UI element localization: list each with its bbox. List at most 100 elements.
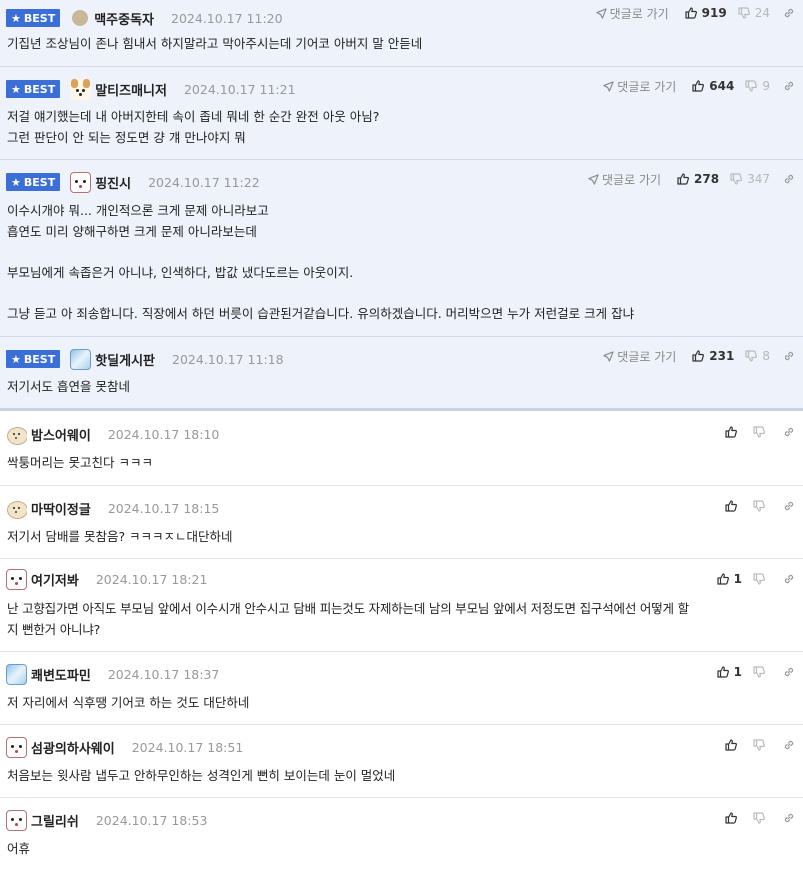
like-button[interactable] <box>725 739 742 751</box>
comment-date: 2024.10.17 18:53 <box>95 812 208 828</box>
nickname[interactable]: 쾌변도파민 <box>31 665 91 684</box>
comment-body: 저걸 얘기했는데 내 아버지한테 속이 좁네 뭐네 한 순간 완전 아웃 아님?… <box>7 109 380 145</box>
share-link-button[interactable] <box>783 426 795 438</box>
like-button[interactable] <box>725 812 742 824</box>
best-badge: ★ BEST <box>6 350 61 368</box>
thumbs-down-icon <box>745 350 758 362</box>
best-badge: ★ BEST <box>6 173 61 191</box>
star-icon: ★ <box>11 175 21 189</box>
comment-list: ★ BEST 맥주중독자 2024.10.17 11:20 댓글로 가기 919 … <box>0 0 803 870</box>
avatar[interactable] <box>70 171 92 193</box>
dislike-button[interactable] <box>753 812 770 824</box>
comment-body: 저기서도 흡연을 못참네 <box>7 379 130 394</box>
nickname[interactable]: 여기저봐 <box>31 570 79 589</box>
avatar[interactable] <box>70 78 92 100</box>
like-button[interactable]: 231 <box>692 349 734 363</box>
best-comment: ★ BEST 핫딜게시판 2024.10.17 11:18 댓글로 가기 231 … <box>0 337 803 411</box>
thumbs-up-icon <box>692 350 705 362</box>
thumbs-down-icon <box>753 739 765 751</box>
share-link-button[interactable] <box>783 80 795 92</box>
avatar[interactable] <box>6 663 27 685</box>
goto-comment-link[interactable]: 댓글로 가기 <box>603 348 676 365</box>
comment-date: 2024.10.17 11:20 <box>171 10 283 26</box>
link-icon <box>784 427 794 437</box>
avatar[interactable] <box>6 736 27 758</box>
link-icon <box>784 813 794 823</box>
avatar[interactable] <box>6 809 27 831</box>
best-badge: ★ BEST <box>6 80 61 98</box>
send-arrow-icon <box>595 7 607 19</box>
send-arrow-icon <box>588 173 599 185</box>
thumbs-down-icon <box>730 173 743 185</box>
share-link-button[interactable] <box>783 173 795 185</box>
link-icon <box>784 574 794 584</box>
dislike-button[interactable] <box>753 426 770 438</box>
comment: 그릴리쉬 2024.10.17 18:53 어휴 <box>0 798 803 870</box>
share-link-button[interactable] <box>783 812 795 824</box>
thumbs-up-icon <box>692 80 705 92</box>
comment: 마딱이정글 2024.10.17 18:15 저기서 담배를 못참음? ㅋㅋㅋㅈ… <box>0 486 803 559</box>
share-link-button[interactable] <box>783 573 795 585</box>
dislike-button[interactable] <box>753 666 770 678</box>
like-button[interactable]: 919 <box>685 6 727 20</box>
goto-comment-link[interactable]: 댓글로 가기 <box>603 78 676 95</box>
link-icon <box>784 351 794 361</box>
nickname[interactable]: 말티즈매니저 <box>95 80 167 99</box>
comment-date: 2024.10.17 11:21 <box>183 81 296 97</box>
comment: 섬광의하사웨이 2024.10.17 18:51 처음보는 윗사람 냅두고 안하… <box>0 725 803 798</box>
dislike-button[interactable] <box>753 573 770 585</box>
share-link-button[interactable] <box>783 500 795 512</box>
link-icon <box>784 501 794 511</box>
star-icon: ★ <box>11 352 21 366</box>
nickname[interactable]: 마딱이정글 <box>31 499 91 518</box>
best-comment: ★ BEST 핑진시 2024.10.17 11:22 댓글로 가기 278 34… <box>0 160 803 337</box>
avatar[interactable] <box>6 424 27 445</box>
goto-comment-link[interactable]: 댓글로 가기 <box>588 171 661 188</box>
avatar[interactable] <box>72 10 89 26</box>
avatar[interactable] <box>6 568 27 590</box>
comment-body: 싹퉁머리는 못고친다 ㅋㅋㅋ <box>7 455 153 470</box>
like-button[interactable] <box>725 426 742 438</box>
like-button[interactable]: 644 <box>692 79 734 93</box>
dislike-button[interactable] <box>753 739 770 751</box>
comment: 여기저봐 2024.10.17 18:21 1 난 고향집가면 아직도 부모님 … <box>0 559 803 652</box>
thumbs-down-icon <box>745 80 758 92</box>
share-link-button[interactable] <box>783 739 795 751</box>
link-icon <box>784 8 794 18</box>
like-button[interactable]: 1 <box>717 665 742 679</box>
share-link-button[interactable] <box>783 666 795 678</box>
nickname[interactable]: 핑진시 <box>95 173 131 192</box>
dislike-button[interactable] <box>753 500 770 512</box>
nickname[interactable]: 핫딜게시판 <box>95 350 155 369</box>
comment-body: 어휴 <box>7 841 31 856</box>
comment: 쾌변도파민 2024.10.17 18:37 1 저 자리에서 식후땡 기어코 … <box>0 652 803 725</box>
nickname[interactable]: 그릴리쉬 <box>31 811 79 830</box>
share-link-button[interactable] <box>783 350 795 362</box>
like-button[interactable]: 1 <box>717 572 742 586</box>
star-icon: ★ <box>11 11 21 25</box>
thumbs-up-icon <box>725 500 737 512</box>
thumbs-up-icon <box>725 426 737 438</box>
avatar[interactable] <box>6 498 27 519</box>
dislike-button[interactable]: 8 <box>745 349 770 363</box>
thumbs-up-icon <box>725 812 737 824</box>
share-link-button[interactable] <box>783 7 795 19</box>
thumbs-down-icon <box>738 7 750 19</box>
nickname[interactable]: 밤스어웨이 <box>31 425 91 444</box>
dislike-button[interactable]: 24 <box>738 6 770 20</box>
nickname[interactable]: 맥주중독자 <box>94 9 154 28</box>
comment-body: 난 고향집가면 아직도 부모님 앞에서 이수시개 안수시고 담배 피는것도 자제… <box>7 601 689 637</box>
thumbs-down-icon <box>753 812 765 824</box>
thumbs-up-icon <box>717 666 729 678</box>
like-button[interactable] <box>725 500 742 512</box>
goto-comment-link[interactable]: 댓글로 가기 <box>595 5 669 22</box>
dislike-button[interactable]: 347 <box>730 172 770 186</box>
thumbs-down-icon <box>753 500 765 512</box>
nickname[interactable]: 섬광의하사웨이 <box>31 738 115 757</box>
comment: 밤스어웨이 2024.10.17 18:10 싹퉁머리는 못고친다 ㅋㅋㅋ <box>0 412 803 486</box>
avatar[interactable] <box>70 348 92 370</box>
comment-body: 이수시개야 뭐... 개인적으론 크게 문제 아니라보고 흡연도 미리 양해구하… <box>7 203 635 321</box>
comment-date: 2024.10.17 18:10 <box>107 426 220 442</box>
dislike-button[interactable]: 9 <box>745 79 770 93</box>
like-button[interactable]: 278 <box>677 172 719 186</box>
